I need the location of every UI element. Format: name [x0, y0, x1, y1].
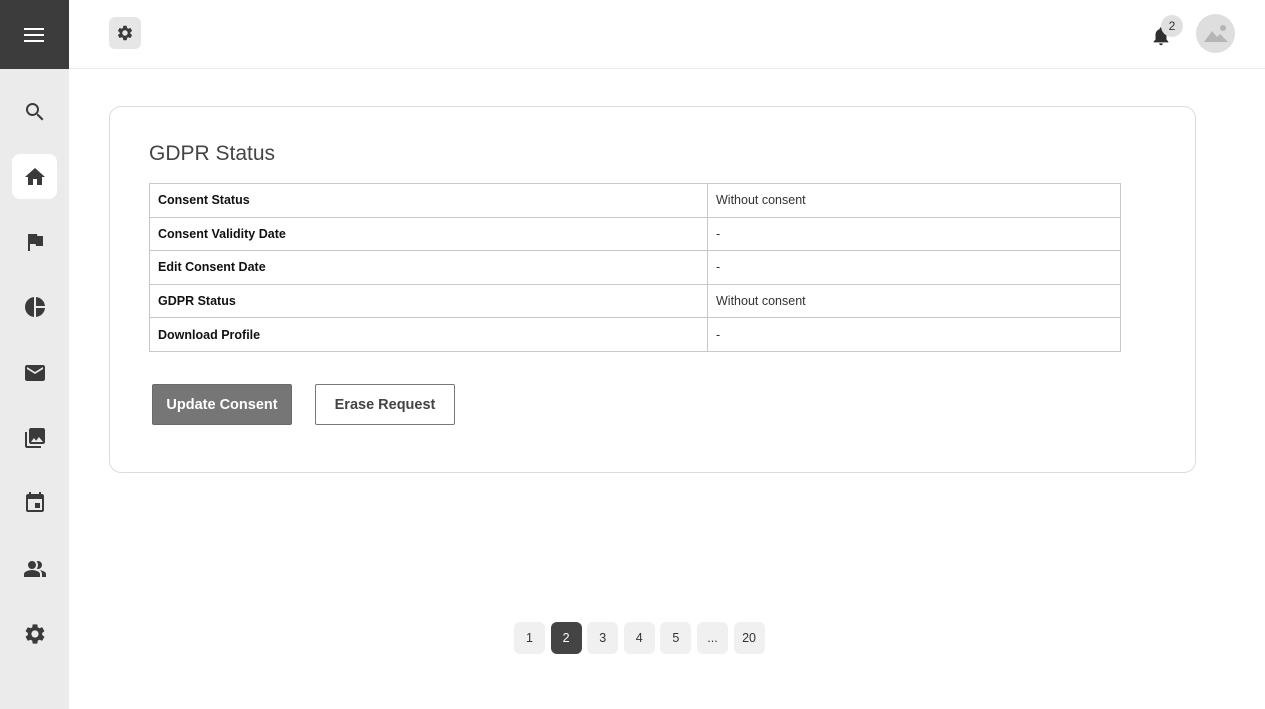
sidebar [0, 0, 69, 709]
row-label: Consent Validity Date [149, 216, 708, 252]
row-value: Without consent [707, 183, 1121, 218]
table-row: Consent Status Without consent [149, 183, 1121, 218]
sidebar-item-settings[interactable] [12, 611, 57, 656]
pie-chart-icon [24, 297, 45, 318]
sidebar-item-people[interactable] [12, 546, 57, 591]
table-row: GDPR Status Without consent [149, 283, 1121, 319]
update-consent-button[interactable]: Update Consent [152, 384, 292, 425]
page-ellipsis: ... [696, 622, 728, 654]
people-icon [23, 560, 46, 577]
search-icon [25, 102, 43, 120]
row-value: - [707, 250, 1121, 285]
page-button-2-current[interactable]: 2 [550, 622, 582, 654]
row-label: Consent Status [149, 183, 708, 218]
sidebar-item-mail[interactable] [12, 350, 57, 395]
mail-icon [24, 364, 45, 381]
gear-icon [25, 624, 44, 644]
page-button-1[interactable]: 1 [514, 622, 545, 654]
row-label: Edit Consent Date [149, 250, 708, 285]
gear-icon [117, 25, 133, 41]
avatar-placeholder-icon [1203, 24, 1228, 42]
row-label: Download Profile [149, 317, 708, 352]
row-label: GDPR Status [149, 283, 708, 319]
notification-count-badge: 2 [1161, 15, 1183, 37]
gdpr-status-table: Consent Status Without consent Consent V… [149, 183, 1121, 352]
sidebar-item-search[interactable] [12, 89, 57, 134]
page-button-3[interactable]: 3 [587, 622, 619, 654]
sidebar-item-analytics[interactable] [12, 285, 57, 330]
calendar-icon [25, 492, 44, 513]
card-title: GDPR Status [149, 142, 276, 165]
sidebar-item-flag[interactable] [12, 220, 57, 265]
table-row: Consent Validity Date - [149, 216, 1121, 252]
table-row: Edit Consent Date - [149, 250, 1121, 285]
row-value: - [707, 216, 1121, 252]
sidebar-item-gallery[interactable] [12, 415, 57, 460]
page-button-4[interactable]: 4 [623, 622, 655, 654]
pagination: 1 2 3 4 5 ... 20 [514, 622, 770, 654]
menu-button[interactable] [0, 0, 69, 69]
top-settings-button[interactable] [109, 17, 141, 49]
page-button-20[interactable]: 20 [733, 622, 765, 654]
row-value: - [707, 317, 1121, 352]
sidebar-item-home[interactable] [12, 154, 57, 200]
sidebar-item-calendar[interactable] [12, 481, 57, 526]
page-button-5[interactable]: 5 [660, 622, 692, 654]
photo-library-icon [24, 427, 45, 448]
table-row: Download Profile - [149, 317, 1121, 352]
gdpr-status-card: GDPR Status Consent Status Without conse… [109, 106, 1196, 473]
home-icon [24, 167, 45, 185]
erase-request-button[interactable]: Erase Request [315, 384, 455, 425]
avatar[interactable] [1196, 14, 1235, 53]
row-value: Without consent [707, 283, 1121, 319]
top-bar: 2 [69, 0, 1265, 69]
sidebar-nav [0, 69, 69, 677]
hamburger-menu-icon [23, 27, 44, 42]
flag-icon [27, 234, 43, 252]
